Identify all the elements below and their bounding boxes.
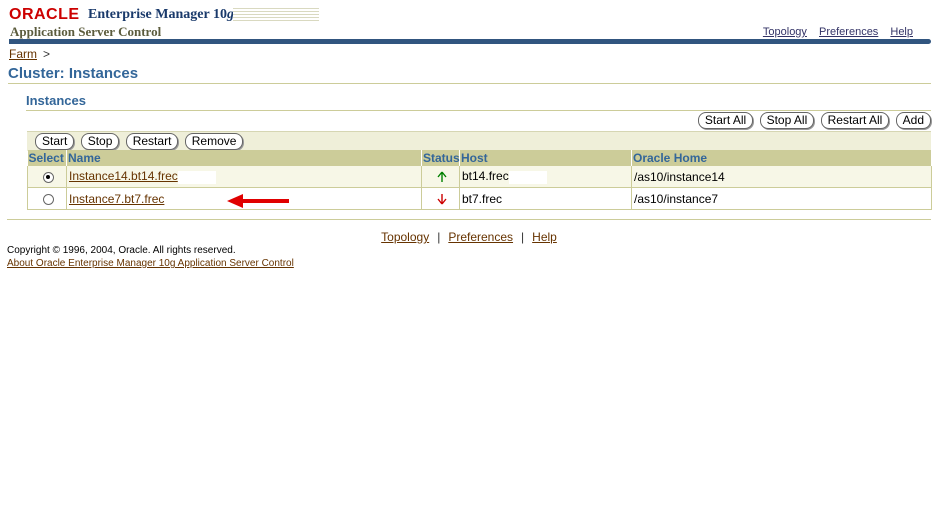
redaction-box: [508, 170, 547, 184]
host-text: bt14.frec: [462, 169, 509, 184]
product-title: Enterprise Manager 10g: [88, 7, 234, 23]
table-row: Instance7.bt7.frec bt7.frec /as10/instan…: [27, 187, 932, 210]
stop-all-button[interactable]: Stop All: [759, 112, 815, 129]
footer-divider: [7, 219, 931, 220]
instance-link[interactable]: Instance14.bt14.frec: [69, 169, 178, 183]
oracle-logo: ORACLE: [9, 6, 80, 23]
copyright-text: Copyright © 1996, 2004, Oracle. All righ…: [7, 245, 236, 256]
global-links: Topology Preferences Help: [754, 26, 913, 38]
footer-links: Topology | Preferences | Help: [0, 230, 938, 244]
oracle-home-cell: /as10/instance14: [631, 166, 932, 188]
host-cell: bt14.frec: [459, 166, 632, 188]
oracle-home-cell: /as10/instance7: [631, 187, 932, 210]
select-radio[interactable]: [42, 193, 54, 205]
table-action-bar: Start Stop Restart Remove: [27, 131, 931, 151]
restart-button[interactable]: Restart: [125, 133, 179, 150]
status-down-icon: [436, 194, 447, 205]
table-header-row: Select Name Status Host Oracle Home: [27, 150, 932, 166]
footer-link-help[interactable]: Help: [532, 230, 557, 244]
start-all-button[interactable]: Start All: [697, 112, 754, 129]
column-header-oracle-home: Oracle Home: [631, 150, 932, 166]
status-cell: [421, 187, 460, 210]
status-up-icon: [436, 171, 447, 183]
page-title: Cluster: Instances: [8, 65, 139, 82]
brand-bar: [9, 39, 931, 44]
select-cell: [27, 187, 67, 210]
product-name: Enterprise Manager 10: [88, 7, 227, 22]
about-link-wrapper: About Oracle Enterprise Manager 10g Appl…: [7, 258, 294, 269]
instances-table: Select Name Status Host Oracle Home Inst…: [27, 150, 932, 210]
footer-separator: |: [521, 230, 525, 244]
host-text: bt7.frec: [462, 191, 503, 206]
column-header-name: Name: [66, 150, 422, 166]
footer-separator: |: [437, 230, 441, 244]
section-divider: [26, 110, 931, 111]
annotation-arrow-icon: [227, 194, 289, 208]
header-decoration: [233, 8, 319, 22]
instance-link[interactable]: Instance7.bt7.frec: [69, 192, 164, 206]
remove-button[interactable]: Remove: [184, 133, 244, 150]
status-cell: [421, 166, 460, 188]
global-link-help[interactable]: Help: [890, 26, 913, 38]
stop-button[interactable]: Stop: [80, 133, 120, 150]
column-header-host: Host: [459, 150, 632, 166]
host-cell: bt7.frec: [459, 187, 632, 210]
about-link[interactable]: About Oracle Enterprise Manager 10g Appl…: [7, 258, 294, 269]
name-cell: Instance14.bt14.frec: [66, 166, 422, 188]
product-subtitle: Application Server Control: [10, 24, 162, 39]
breadcrumb-separator: >: [43, 47, 51, 61]
global-link-topology[interactable]: Topology: [763, 26, 807, 38]
title-divider: [8, 83, 931, 84]
section-title: Instances: [26, 93, 86, 108]
add-button[interactable]: Add: [895, 112, 931, 129]
cluster-actions: Start All Stop All Restart All Add: [695, 112, 931, 129]
column-header-status: Status: [421, 150, 460, 166]
redaction-box: [177, 170, 216, 184]
footer-link-preferences[interactable]: Preferences: [448, 230, 513, 244]
global-link-preferences[interactable]: Preferences: [819, 26, 878, 38]
table-row: Instance14.bt14.frec bt14.frec /as10/ins…: [27, 166, 932, 188]
column-header-select: Select: [27, 150, 67, 166]
start-button[interactable]: Start: [35, 133, 75, 150]
footer-link-topology[interactable]: Topology: [381, 230, 429, 244]
select-cell: [27, 166, 67, 188]
restart-all-button[interactable]: Restart All: [820, 112, 890, 129]
select-radio[interactable]: [42, 171, 54, 183]
breadcrumb-farm-link[interactable]: Farm: [9, 47, 37, 61]
breadcrumb: Farm >: [9, 47, 50, 61]
